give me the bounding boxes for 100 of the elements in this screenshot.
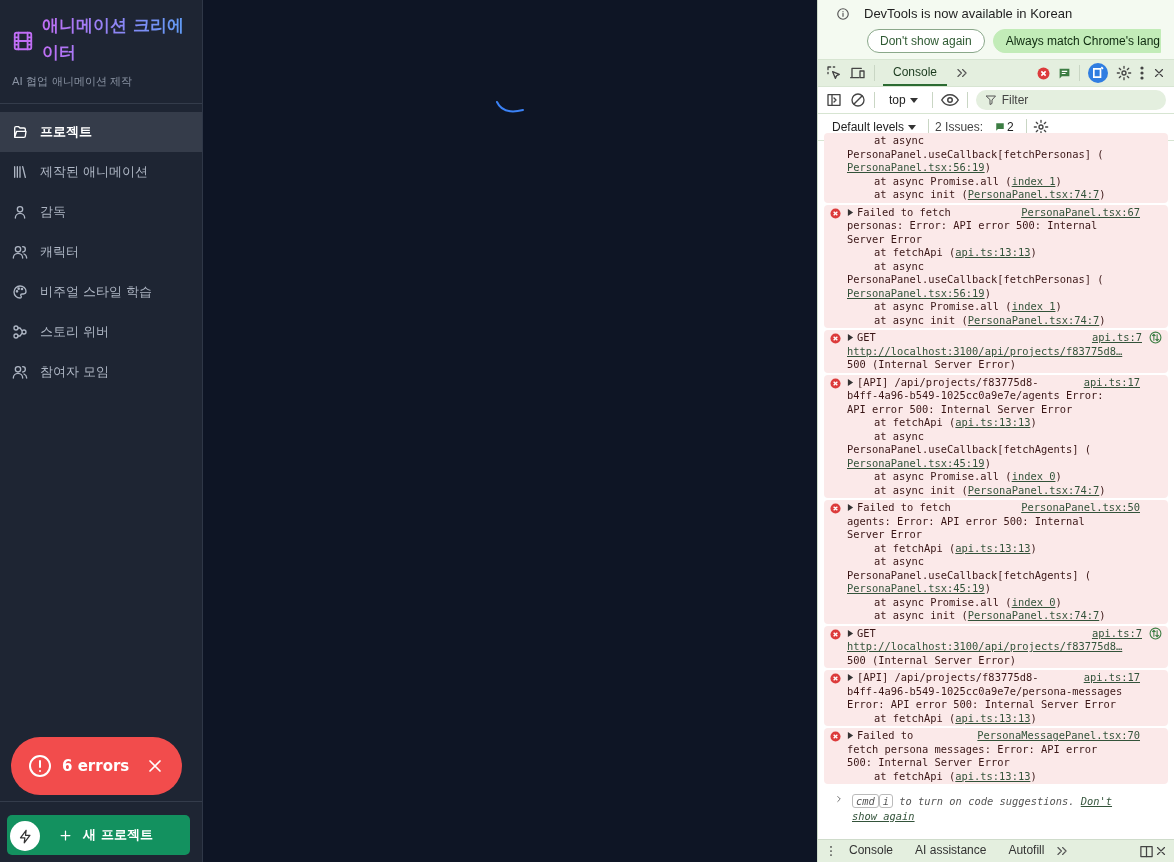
source-link[interactable]: api.ts:13:13 <box>955 711 1031 724</box>
source-link[interactable]: index 1 <box>1011 300 1056 312</box>
source-link[interactable]: PersonaPanel.tsx:67 <box>1021 205 1164 219</box>
device-icon <box>850 65 866 81</box>
people-icon <box>12 244 28 260</box>
source-link[interactable]: api.ts:13:13 <box>955 541 1031 554</box>
infobar-button[interactable]: Always match Chrome's lang <box>992 29 1162 53</box>
nav-item[interactable]: 스토리 위버 <box>0 312 202 352</box>
console-text: ) <box>1055 470 1062 482</box>
caret-icon <box>909 97 918 103</box>
console-text: at async <box>874 134 925 146</box>
console-text: b4ff-4a96-b549-1025cc0a9e7e/agents Error: <box>847 389 1104 401</box>
person-icon <box>12 204 28 220</box>
source-link[interactable]: PersonaPanel.tsx:74:7 <box>967 483 1100 496</box>
infobar-message: DevTools is now available in Korean <box>864 6 1073 21</box>
console-text: ) <box>984 161 991 173</box>
books-icon <box>12 164 28 180</box>
plus-icon <box>58 827 74 843</box>
source-link[interactable]: PersonaPanel.tsx:74:7 <box>967 609 1100 621</box>
error-icon <box>830 503 841 514</box>
devtools-tab[interactable]: Console <box>883 60 948 86</box>
info-icon <box>836 6 850 21</box>
dismiss-link[interactable]: show again <box>852 810 915 822</box>
source-link[interactable]: PersonaPanel.tsx:45:19 <box>847 582 985 594</box>
message-head: Failed to <box>857 729 914 743</box>
alert-icon <box>28 754 52 778</box>
error-icon <box>830 628 841 640</box>
levels-dropdown[interactable]: Default levels <box>826 119 923 135</box>
folder-icon <box>12 124 28 140</box>
expand-triangle-icon[interactable] <box>847 208 854 216</box>
error-toast[interactable]: 6 errors <box>11 737 182 795</box>
console-text: at async <box>874 429 925 442</box>
nav-item[interactable]: 감독 <box>0 192 202 232</box>
source-link[interactable]: api.ts:13:13 <box>955 769 1031 782</box>
console-text: at fetchApi ( <box>874 711 956 724</box>
nav-item[interactable]: 참여자 모임 <box>0 352 202 392</box>
people-icon <box>12 364 28 380</box>
console-text: 500 (Internal Server Error) <box>847 653 1016 666</box>
source-link[interactable]: api.ts:7 <box>1091 331 1164 345</box>
kebab-menu-icon[interactable] <box>1140 66 1144 80</box>
source-link[interactable]: api.ts:13:13 <box>955 246 1031 258</box>
drawer-tab[interactable]: Autofill <box>997 840 1056 862</box>
drawer-tab[interactable]: AI assistance <box>904 840 998 862</box>
expand-triangle-icon[interactable] <box>847 674 854 681</box>
source-link[interactable]: api.ts:13:13 <box>955 416 1031 428</box>
expand-triangle-icon[interactable] <box>847 629 854 637</box>
error-icon <box>830 377 841 389</box>
context-dropdown[interactable]: top <box>883 92 924 108</box>
source-link[interactable]: api.ts:17 <box>1083 375 1164 389</box>
console-text: at async <box>874 555 925 567</box>
source-link[interactable]: PersonaPanel.tsx:50 <box>1021 501 1164 515</box>
filter-field[interactable]: Filter <box>975 90 1166 110</box>
console-text: PersonaPanel.useCallback[fetchPersonas] ( <box>847 273 1104 285</box>
expand-triangle-icon[interactable] <box>847 378 854 386</box>
issues-badge[interactable]: 2 <box>989 119 1020 135</box>
source-link[interactable]: api.ts:17 <box>1083 671 1164 685</box>
network-icon[interactable] <box>1149 626 1162 640</box>
expand-triangle-icon[interactable] <box>847 504 854 511</box>
source-link[interactable]: PersonaPanel.tsx:74:7 <box>967 188 1100 200</box>
console-text: ) <box>1055 595 1062 608</box>
source-link[interactable]: PersonaPanel.tsx:74:7 <box>967 313 1100 326</box>
source-link[interactable]: index 0 <box>1011 595 1056 608</box>
prompt-chevron-icon <box>834 794 844 804</box>
sidebar-icon <box>826 92 842 108</box>
drawer-tab[interactable]: Console <box>838 840 905 862</box>
message-icon[interactable] <box>1058 66 1071 80</box>
close-icon <box>1154 844 1168 858</box>
source-link[interactable]: http://localhost:3100/api/projects/f83775d8… <box>847 344 1123 357</box>
source-link[interactable]: http://localhost:3100/api/projects/f83775d8… <box>847 640 1123 652</box>
source-link[interactable]: PersonaPanel.tsx:56:19 <box>847 286 985 299</box>
console-text: ) <box>1030 416 1037 428</box>
expand-triangle-icon[interactable] <box>847 732 854 739</box>
expand-triangle-icon[interactable] <box>847 334 854 341</box>
source-link[interactable]: PersonaPanel.tsx:56:19 <box>847 161 985 173</box>
bolt-glyph-icon <box>17 828 33 844</box>
nav-item[interactable]: 비주얼 스타일 학습 <box>0 272 202 312</box>
source-link[interactable]: PersonaMessagePanel.tsx:70 <box>977 729 1164 743</box>
infobar-button[interactable]: Don't show again <box>867 29 985 53</box>
nav-item[interactable]: 제작된 애니메이션 <box>0 152 202 192</box>
source-link[interactable]: index 1 <box>1011 174 1056 187</box>
error-icon <box>830 207 841 219</box>
dock-icon <box>1139 843 1154 859</box>
source-link[interactable]: index 0 <box>1011 470 1056 482</box>
inspect-icon <box>826 65 842 81</box>
message-head: GET <box>857 331 876 345</box>
clear-icon <box>850 92 866 108</box>
palette-icon <box>12 284 28 300</box>
dismiss-link[interactable]: Don't <box>1080 795 1113 807</box>
message-head: [API] /api/projects/f83775d8- <box>857 671 1039 685</box>
source-link[interactable]: PersonaPanel.tsx:45:19 <box>847 456 985 469</box>
console-text: at async Promise.all ( <box>874 174 1012 187</box>
source-link[interactable]: api.ts:7 <box>1091 626 1164 640</box>
network-icon[interactable] <box>1149 331 1162 344</box>
caret-icon <box>908 124 917 130</box>
ai-icon[interactable] <box>1088 63 1108 83</box>
nav-item[interactable]: 캐릭터 <box>0 232 202 272</box>
error-count-icon[interactable] <box>1037 66 1050 80</box>
nav-item[interactable]: 프로젝트 <box>0 112 202 152</box>
console-text: at fetchApi ( <box>874 416 956 428</box>
new-project-button[interactable]: 새 프로젝트 <box>7 815 190 855</box>
